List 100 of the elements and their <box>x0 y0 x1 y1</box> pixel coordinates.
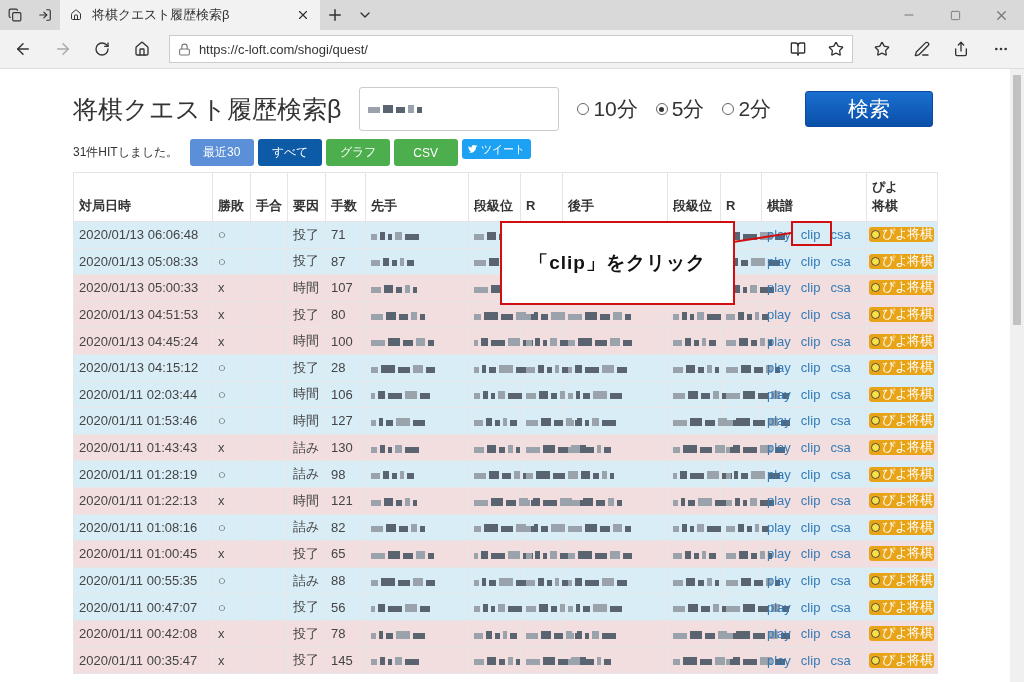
filter-button[interactable]: CSV <box>393 139 458 166</box>
kifu-link[interactable]: clip <box>800 599 821 615</box>
kifu-link[interactable]: clip <box>800 573 821 588</box>
kifu-link[interactable]: clip <box>800 253 821 269</box>
tweet-button[interactable]: ツイート <box>461 139 531 159</box>
kifu-link[interactable]: clip <box>800 333 821 349</box>
blurred-text <box>371 495 420 508</box>
browser-tab[interactable]: 将棋クエスト履歴検索β <box>60 0 320 30</box>
kifu-link[interactable]: csa <box>830 573 851 588</box>
piyo-button[interactable]: ぴよ将棋 <box>869 546 934 562</box>
kifu-link[interactable]: clip <box>800 307 821 323</box>
kifu-link[interactable]: play <box>767 599 791 615</box>
kifu-link[interactable]: csa <box>830 626 851 642</box>
piyo-button[interactable]: ぴよ将棋 <box>869 493 934 509</box>
kifu-link[interactable]: csa <box>830 493 851 509</box>
kifu-link[interactable]: csa <box>830 546 851 562</box>
kifu-link[interactable]: clip <box>800 493 821 509</box>
piyo-button[interactable]: ぴよ将棋 <box>869 652 934 668</box>
piyo-button[interactable]: ぴよ将棋 <box>869 386 934 402</box>
blurred-text <box>726 628 793 641</box>
kifu-link[interactable]: play <box>767 519 791 535</box>
chick-icon <box>871 522 880 532</box>
kifu-link[interactable]: clip <box>800 440 821 456</box>
kifu-link[interactable]: csa <box>830 333 851 349</box>
filter-button[interactable]: すべて <box>257 139 322 166</box>
piyo-button[interactable]: ぴよ将棋 <box>869 333 934 349</box>
kifu-link[interactable]: csa <box>830 652 851 668</box>
piyo-button[interactable]: ぴよ将棋 <box>869 599 934 615</box>
kifu-link[interactable]: csa <box>830 599 851 615</box>
kifu-link[interactable]: csa <box>830 519 851 535</box>
blurred-text <box>371 416 428 428</box>
kifu-link[interactable]: clip <box>800 626 821 642</box>
blurred-text <box>673 575 722 588</box>
kifu-link[interactable]: play <box>767 360 791 376</box>
chick-icon <box>871 310 880 320</box>
kifu-link[interactable]: play <box>767 386 791 402</box>
piyo-button[interactable]: ぴよ将棋 <box>869 573 934 588</box>
column-header: 手合 <box>250 172 288 222</box>
chick-icon <box>871 256 880 266</box>
kifu-link[interactable]: play <box>767 573 791 588</box>
time-radio[interactable]: 2分 <box>722 95 772 123</box>
filter-button[interactable]: 最近30 <box>189 139 254 166</box>
table-cell: 投了 <box>287 647 326 674</box>
scrollbar-thumb[interactable] <box>1013 75 1021 325</box>
piyo-button[interactable]: ぴよ将棋 <box>869 307 934 323</box>
piyo-button[interactable]: ぴよ将棋 <box>869 466 934 482</box>
piyo-button[interactable]: ぴよ将棋 <box>869 360 934 376</box>
table-cell: 時間 <box>287 487 326 515</box>
kifu-link[interactable]: play <box>767 307 791 323</box>
table-cell: 詰み <box>287 567 326 594</box>
piyo-button[interactable]: ぴよ将棋 <box>869 626 934 642</box>
kifu-link[interactable]: clip <box>800 413 821 429</box>
callout-box: 「clip」をクリック <box>500 221 735 305</box>
kifu-link[interactable]: play <box>767 466 791 482</box>
table-cell: 87 <box>325 248 366 275</box>
kifu-link[interactable]: clip <box>800 280 821 296</box>
kifu-link[interactable]: csa <box>830 280 851 296</box>
kifu-link[interactable]: clip <box>800 227 821 243</box>
kifu-link[interactable]: csa <box>830 386 851 402</box>
search-field[interactable] <box>359 87 560 131</box>
piyo-button[interactable]: ぴよ将棋 <box>869 440 934 456</box>
blurred-text <box>568 602 625 615</box>
table-cell: 2020/01/11 01:28:19 <box>73 460 213 488</box>
kifu-link[interactable]: play <box>767 280 791 296</box>
blurred-text <box>371 469 417 482</box>
piyo-button[interactable]: ぴよ将棋 <box>869 519 934 535</box>
blurred-text <box>371 362 438 375</box>
piyo-button[interactable]: ぴよ将棋 <box>869 413 934 429</box>
kifu-link[interactable]: clip <box>800 546 821 562</box>
kifu-link[interactable]: csa <box>830 413 851 429</box>
filter-button[interactable]: グラフ <box>325 139 390 166</box>
kifu-link[interactable]: csa <box>830 360 851 376</box>
kifu-link[interactable]: play <box>767 333 791 349</box>
piyo-button[interactable]: ぴよ将棋 <box>869 253 934 269</box>
table-cell: 107 <box>325 274 366 302</box>
kifu-link[interactable]: csa <box>830 466 851 482</box>
kifu-link[interactable]: play <box>767 546 791 562</box>
blurred-text <box>568 362 630 375</box>
chick-icon <box>871 416 880 426</box>
table-cell: 詰み <box>287 434 326 461</box>
kifu-link[interactable]: play <box>767 253 791 269</box>
kifu-link[interactable]: clip <box>800 466 821 482</box>
time-radio[interactable]: 10分 <box>577 95 638 123</box>
table-cell: 2020/01/13 04:45:24 <box>73 327 213 355</box>
search-button[interactable]: 検索 <box>805 91 933 127</box>
kifu-link[interactable]: csa <box>830 440 851 456</box>
kifu-link[interactable]: clip <box>800 652 821 668</box>
kifu-link[interactable]: clip <box>800 360 821 376</box>
piyo-button[interactable]: ぴよ将棋 <box>869 227 934 243</box>
kifu-link[interactable]: csa <box>830 307 851 323</box>
close-tab-icon[interactable] <box>296 8 310 22</box>
column-header: ぴよ将棋 <box>866 172 938 222</box>
piyo-button[interactable]: ぴよ将棋 <box>869 280 934 296</box>
time-radio[interactable]: 5分 <box>655 95 705 123</box>
kifu-link[interactable]: clip <box>800 519 821 535</box>
kifu-link[interactable]: play <box>767 493 791 509</box>
kifu-link[interactable]: csa <box>830 253 851 269</box>
kifu-link[interactable]: clip <box>800 386 821 402</box>
address-bar[interactable]: https://c-loft.com/shogi/quest/ <box>168 35 854 63</box>
table-cell: x <box>212 327 251 355</box>
